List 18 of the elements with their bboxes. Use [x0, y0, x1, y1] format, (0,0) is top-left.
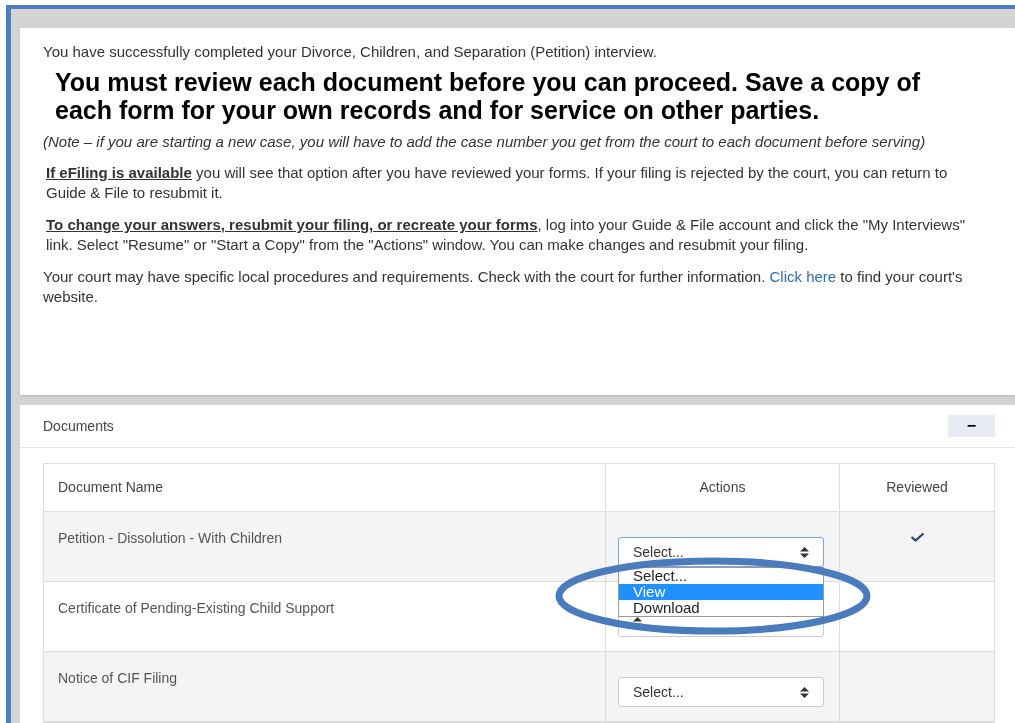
- column-header: Reviewed: [886, 478, 948, 497]
- document-name: Petition - Dissolution - With Children: [58, 530, 283, 546]
- column-header: Document Name: [58, 478, 164, 497]
- court-info-paragraph: Your court may have specific local procedures and requirements. Check with the court for further information. Click here to find your court's website.: [43, 267, 964, 307]
- intro-text: You have successfully completed your Divorce, Children, and Separation (Petition) interview.: [43, 42, 658, 62]
- document-name: Notice of CIF Filing: [58, 670, 178, 686]
- info-paragraph: If eFiling is available you will see that option after you have reviewed your forms. If your filing is rejected by the court, you can return to Guide & File to resubmit it.: [45, 163, 949, 203]
- dropdown-option[interactable]: Download: [619, 600, 823, 616]
- website-link[interactable]: Click here: [769, 268, 837, 285]
- note-text: (Note – if you are starting a new case, you will have to add the case number you get from the court to each document before serving): [43, 132, 927, 151]
- select-field[interactable]: Select...: [618, 677, 824, 707]
- dropdown-option[interactable]: Select...: [619, 568, 823, 584]
- info-paragraph: To change your answers, resubmit your filing, or recreate your forms, log into your Guide & File account and click the "My Interviews" link. Select "Resume" or "Start a Copy" from the "Actions" window. You can make changes and resubmit your filing.: [45, 215, 967, 255]
- section-title: Documents: [43, 416, 114, 436]
- collapse-button[interactable]: −: [948, 415, 995, 437]
- column-header: Actions: [699, 478, 746, 497]
- page-heading: You must review each document before you can proceed. Save a copy of each form for your own records and for service on other parties.: [55, 68, 922, 124]
- document-name: Certificate of Pending-Existing Child Support: [58, 600, 335, 616]
